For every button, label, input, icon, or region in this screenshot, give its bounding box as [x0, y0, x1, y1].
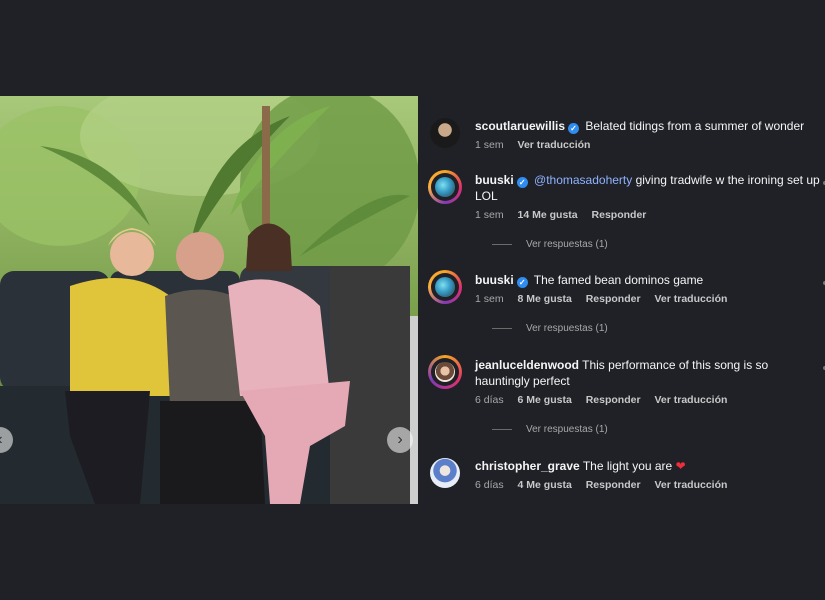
comment-item: jeanluceldenwood This performance of thi… — [428, 355, 825, 437]
comment-text: scoutlaruewillis ✓ Belated tidings from a… — [475, 118, 825, 134]
verified-icon: ✓ — [516, 277, 528, 288]
divider — [492, 244, 512, 245]
view-replies-label: Ver respuestas (1) — [526, 424, 608, 435]
comment-body: The famed bean dominos game — [533, 273, 704, 287]
likes-count[interactable]: 6 Me gusta — [518, 394, 572, 406]
comments-panel: scoutlaruewillis ✓ Belated tidings from a… — [418, 96, 825, 504]
translate-link[interactable]: Ver traducción — [654, 479, 727, 491]
comment-text: buuski ✓ @thomasadoherty giving tradwife … — [475, 172, 825, 204]
comment-time: 1 sem — [475, 139, 504, 151]
heart-emoji-icon: ❤ — [675, 459, 686, 473]
reply-button[interactable]: Responder — [592, 209, 647, 221]
verified-icon: ✓ — [516, 177, 528, 188]
comment-time: 1 sem — [475, 209, 504, 221]
comment-text: jeanluceldenwood This performance of thi… — [475, 357, 825, 389]
comment-meta: 1 sem 8 Me gusta Responder Ver traducció… — [475, 293, 738, 305]
avatar[interactable] — [428, 270, 462, 304]
comment-meta: 1 sem 14 Me gusta Responder — [475, 209, 657, 221]
chevron-left-icon: ‹ — [0, 431, 3, 449]
reply-button[interactable]: Responder — [586, 394, 641, 406]
comment-meta: 1 sem Ver traducción — [475, 139, 601, 151]
likes-count[interactable]: 14 Me gusta — [518, 209, 578, 221]
comment-time: 6 días — [475, 394, 504, 406]
comment-body: giving tradwife w the ironing set up LOL — [475, 173, 820, 203]
comment-username[interactable]: buuski — [475, 273, 514, 287]
avatar[interactable] — [428, 355, 462, 389]
avatar[interactable] — [428, 170, 462, 204]
view-replies[interactable]: Ver respuestas (1) — [492, 323, 608, 334]
post-photo: ‹ › — [0, 96, 418, 504]
likes-count[interactable]: 4 Me gusta — [518, 479, 572, 491]
comment-meta: 6 días 4 Me gusta Responder Ver traducci… — [475, 479, 738, 491]
comment-username[interactable]: christopher_grave — [475, 459, 580, 473]
comment-text: buuski ✓ The famed bean dominos game — [475, 272, 825, 288]
divider — [492, 328, 512, 329]
divider — [492, 429, 512, 430]
comment-time: 6 días — [475, 479, 504, 491]
comment-item: scoutlaruewillis ✓ Belated tidings from a… — [430, 118, 825, 158]
view-replies[interactable]: Ver respuestas (1) — [492, 424, 608, 435]
likes-count[interactable]: 8 Me gusta — [518, 293, 572, 305]
verified-icon: ✓ — [568, 123, 580, 134]
comment-body: The light you are — [582, 459, 676, 473]
comment-text: christopher_grave The light you are ❤ — [475, 458, 825, 474]
comment-username[interactable]: buuski — [475, 173, 514, 187]
chevron-right-icon: › — [397, 431, 403, 448]
translate-link[interactable]: Ver traducción — [654, 394, 727, 406]
comment-item: buuski ✓ @thomasadoherty giving tradwife … — [428, 170, 825, 252]
mention-link[interactable]: @thomasadoherty — [534, 173, 632, 187]
photo-illustration — [0, 96, 418, 504]
comment-meta: 6 días 6 Me gusta Responder Ver traducci… — [475, 394, 738, 406]
comment-username[interactable]: scoutlaruewillis — [475, 119, 565, 133]
comment-username[interactable]: jeanluceldenwood — [475, 358, 579, 372]
comment-body: Belated tidings from a summer of wonder — [585, 119, 805, 133]
avatar[interactable] — [430, 118, 460, 148]
comment-item: christopher_grave The light you are ❤ 6 … — [430, 458, 825, 498]
translate-link[interactable]: Ver traducción — [518, 139, 591, 151]
reply-button[interactable]: Responder — [586, 293, 641, 305]
next-photo-button[interactable]: › — [387, 427, 413, 453]
translate-link[interactable]: Ver traducción — [654, 293, 727, 305]
view-replies[interactable]: Ver respuestas (1) — [492, 239, 608, 250]
view-replies-label: Ver respuestas (1) — [526, 323, 608, 334]
view-replies-label: Ver respuestas (1) — [526, 239, 608, 250]
comment-item: buuski ✓ The famed bean dominos game 1 se… — [428, 270, 825, 342]
avatar[interactable] — [430, 458, 460, 488]
reply-button[interactable]: Responder — [586, 479, 641, 491]
comment-time: 1 sem — [475, 293, 504, 305]
